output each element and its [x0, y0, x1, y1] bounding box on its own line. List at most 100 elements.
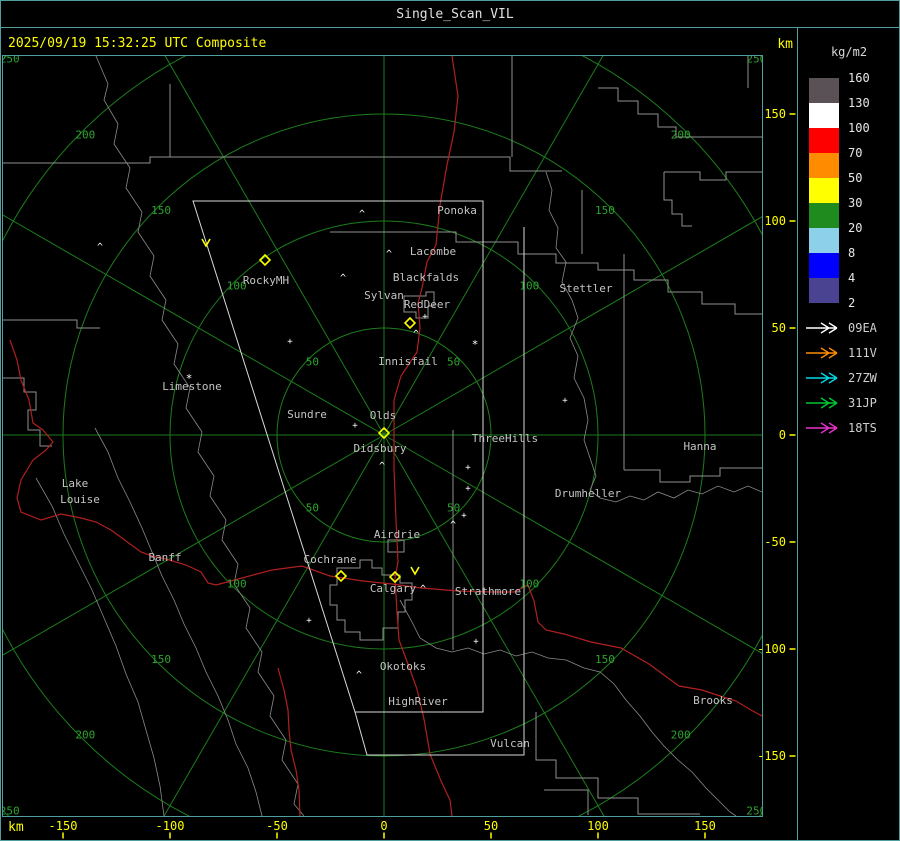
- colorbar-value: 100: [848, 121, 870, 135]
- colorbar-swatch: [809, 78, 839, 103]
- bottom-axis-tick-label: 0: [380, 819, 387, 833]
- range-ring-label: 100: [519, 577, 539, 590]
- legend-arrow-icon: [806, 372, 838, 384]
- plus-town-marker: +: [465, 484, 471, 494]
- plus-town-marker: +: [352, 421, 358, 431]
- colorbar-swatch: [809, 128, 839, 153]
- legend-site-id: 18TS: [848, 421, 877, 435]
- azimuth-spoke: [164, 56, 385, 436]
- range-ring-label: 50: [447, 502, 460, 515]
- caret-town-marker: ^: [420, 584, 426, 595]
- plus-town-marker: +: [287, 337, 293, 347]
- range-ring-label: 200: [671, 729, 691, 742]
- colorbar-swatch: [809, 253, 839, 278]
- legend-site-id: 09EA: [848, 321, 878, 335]
- bottom-axis-tick-label: -150: [49, 819, 78, 833]
- legend-site-id: 27ZW: [848, 371, 878, 385]
- caret-town-marker: ^: [356, 670, 362, 681]
- range-ring-label: 150: [151, 204, 171, 217]
- city-label: Strathmore: [455, 585, 521, 598]
- city-label: Calgary: [370, 582, 417, 595]
- bottom-axis-tick-label: 50: [484, 819, 498, 833]
- azimuth-spoke: [383, 56, 604, 436]
- plus-town-marker: +: [422, 312, 428, 322]
- city-label: Hanna: [683, 440, 716, 453]
- caret-town-marker: ^: [340, 273, 346, 284]
- window-border: [0, 0, 900, 841]
- right-axis-unit: km: [777, 37, 793, 52]
- colorbar-swatch: [809, 203, 839, 228]
- range-ring-label: 150: [151, 653, 171, 666]
- range-ring-label: 200: [75, 128, 95, 141]
- colorbar-value: 160: [848, 71, 870, 85]
- star-town-marker: *: [472, 338, 479, 351]
- city-label: Okotoks: [380, 660, 426, 673]
- radar-app-window: Single_Scan_VIL 2025/09/19 15:32:25 UTC …: [0, 0, 900, 841]
- mountain-park-boundary: [95, 56, 305, 816]
- right-axis-tick-label: 0: [779, 428, 786, 442]
- city-label: Blackfalds: [393, 271, 459, 284]
- range-ring-label: 50: [306, 502, 319, 515]
- city-label: RedDeer: [404, 298, 451, 311]
- city-label: Vulcan: [490, 737, 530, 750]
- city-label: RockyMH: [243, 274, 289, 287]
- window-title: Single_Scan_VIL: [396, 7, 514, 22]
- range-rings-group: [3, 56, 762, 816]
- caret-town-marker: ^: [379, 461, 385, 472]
- plus-town-marker: +: [461, 511, 467, 521]
- river-red-deer: [545, 171, 762, 503]
- river-mountain-2: [35, 477, 165, 816]
- colorbar-swatch: [809, 178, 839, 203]
- legend-arrow-icon: [806, 322, 838, 334]
- legend-site-id: 111V: [848, 346, 877, 360]
- colorbar-value: 4: [848, 271, 855, 285]
- timestamp-label: 2025/09/19 15:32:25 UTC Composite: [8, 36, 266, 51]
- city-label: Ponoka: [437, 204, 477, 217]
- azimuth-spoke: [163, 434, 385, 816]
- right-axis-tick-label: 150: [764, 107, 786, 121]
- bottom-axis-tick-label: 100: [587, 819, 609, 833]
- map-canvas[interactable]: 5050505010010010010015015015015020020020…: [0, 0, 900, 841]
- bottom-axis-unit: km: [8, 820, 24, 835]
- city-label: Olds: [370, 409, 397, 422]
- city-label: Lacombe: [410, 245, 456, 258]
- legend-site-id: 31JP: [848, 396, 877, 410]
- city-label: Innisfail: [378, 355, 438, 368]
- caret-town-marker: ^: [359, 209, 365, 220]
- bottom-axis-tick-label: -100: [156, 819, 185, 833]
- city-label: ThreeHills: [472, 432, 538, 445]
- city-label: Lake: [62, 477, 89, 490]
- city-label: Banff: [148, 551, 181, 564]
- colorbar-value: 70: [848, 146, 862, 160]
- colorbar-value: 30: [848, 196, 862, 210]
- plus-town-marker: +: [306, 616, 312, 626]
- river-mountain-1: [94, 427, 263, 816]
- city-label: Didsbury: [354, 442, 407, 455]
- legend-arrow-icon: [806, 347, 838, 359]
- azimuth-spoke: [3, 434, 385, 656]
- city-label: Drumheller: [555, 487, 622, 500]
- range-ring-label: 50: [306, 355, 319, 368]
- caret-town-marker: ^: [386, 249, 392, 260]
- caret-town-marker: ^: [450, 520, 456, 531]
- legend-arrow-icon: [806, 397, 838, 409]
- plus-town-marker: +: [562, 396, 568, 406]
- colorbar-swatch: [809, 103, 839, 128]
- colorbar-unit: kg/m2: [831, 45, 867, 59]
- radar-site-v-marker: [410, 566, 420, 576]
- range-ring-label: 150: [595, 653, 615, 666]
- range-ring-label: 250: [746, 804, 766, 817]
- colorbar-value: 130: [848, 96, 870, 110]
- right-axis-tick-label: -50: [764, 535, 786, 549]
- radar-site-diamond-marker: [403, 316, 417, 330]
- right-axis-tick-label: -150: [757, 749, 786, 763]
- city-label: HighRiver: [388, 695, 448, 708]
- plus-town-marker: +: [473, 637, 479, 647]
- right-axis-tick-label: 100: [764, 214, 786, 228]
- bottom-axis-tick-label: 150: [694, 819, 716, 833]
- colorbar-group: 160 130 100 70 50 30 20 8 4 2: [809, 71, 870, 310]
- city-label: Louise: [60, 493, 100, 506]
- range-ring-label: 200: [671, 128, 691, 141]
- colorbar-value: 2: [848, 296, 855, 310]
- colorbar-value: 8: [848, 246, 855, 260]
